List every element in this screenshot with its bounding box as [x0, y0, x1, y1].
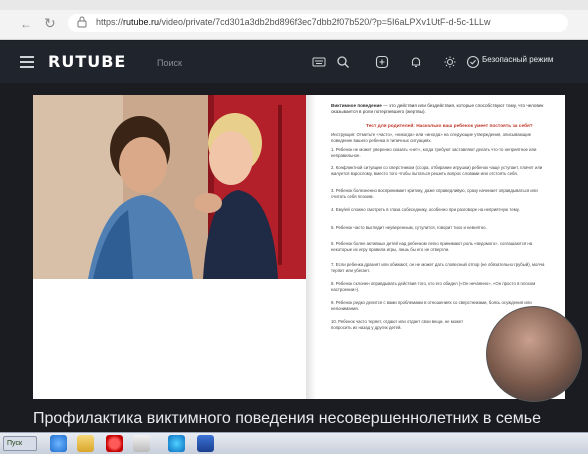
word-icon[interactable] — [197, 435, 214, 452]
test-item: 1. Ребенок не может уверенно сказать «не… — [331, 147, 537, 158]
test-item: 2. Конфликтной ситуации со сверстником (… — [331, 165, 543, 176]
lock-icon — [77, 16, 87, 28]
url-domain: rutube.ru — [123, 17, 160, 27]
test-item: 4. Ему/ей сложно смотреть в глаза собесе… — [331, 207, 520, 212]
rutube-logo[interactable]: RUTUBE — [48, 52, 126, 71]
theme-sun-icon[interactable] — [443, 55, 457, 69]
video-title: Профилактика виктимного поведения несове… — [33, 410, 541, 427]
safe-mode-button[interactable]: Безопасный режим — [482, 55, 553, 64]
opera-icon[interactable] — [106, 435, 123, 452]
url-text: https://rutube.ru/video/private/7cd301a3… — [96, 17, 566, 27]
shield-check-icon[interactable] — [466, 55, 480, 69]
bullying-photo — [33, 95, 306, 279]
url-scheme: https:// — [96, 17, 124, 27]
ie-browser-icon[interactable] — [50, 435, 67, 452]
keyboard-icon[interactable] — [312, 55, 326, 69]
test-title: Тест для родителей: Насколько ваш ребено… — [366, 124, 533, 129]
page-spine — [306, 95, 316, 399]
reload-icon[interactable]: ↻ — [44, 15, 56, 32]
url-path: /video/private/7cd301a3db2bd896f3ec7dbb2… — [159, 17, 491, 27]
test-item: 8. Ребенок склонен оправдывать действия … — [331, 281, 536, 292]
browser-tab-strip — [0, 0, 588, 10]
back-arrow-icon[interactable]: ← — [20, 17, 32, 31]
start-button[interactable]: Пуск — [3, 436, 37, 451]
hamburger-menu-icon[interactable] — [20, 56, 34, 71]
test-item: 5. Ребенок часто выглядит неуверенным, с… — [331, 225, 487, 230]
edge-browser-icon[interactable] — [168, 435, 185, 452]
presenter-webcam-avatar — [486, 306, 582, 402]
intro-term: Виктимное поведение — [331, 103, 382, 108]
test-item: 7. Если ребенка дразнят или обижают, он … — [331, 262, 545, 273]
intro-paragraph: Виктимное поведение — это действия или б… — [331, 103, 553, 115]
upload-icon[interactable] — [375, 55, 389, 69]
search-input[interactable]: Поиск — [157, 58, 182, 68]
test-item: 3. Ребенок болезненно воспринимает крити… — [331, 188, 538, 199]
folder-icon[interactable] — [77, 435, 94, 452]
notification-bell-icon[interactable] — [409, 55, 423, 69]
test-item: 10. Ребенок часто теряет, отдают или отд… — [331, 319, 464, 330]
test-item: 6. Ребенок более активных детей над ребе… — [331, 241, 533, 252]
media-player-icon[interactable] — [133, 435, 150, 452]
test-instruction: Инструкция: Отметьте «часто», «никогда» … — [331, 132, 532, 143]
search-icon[interactable] — [336, 55, 350, 69]
